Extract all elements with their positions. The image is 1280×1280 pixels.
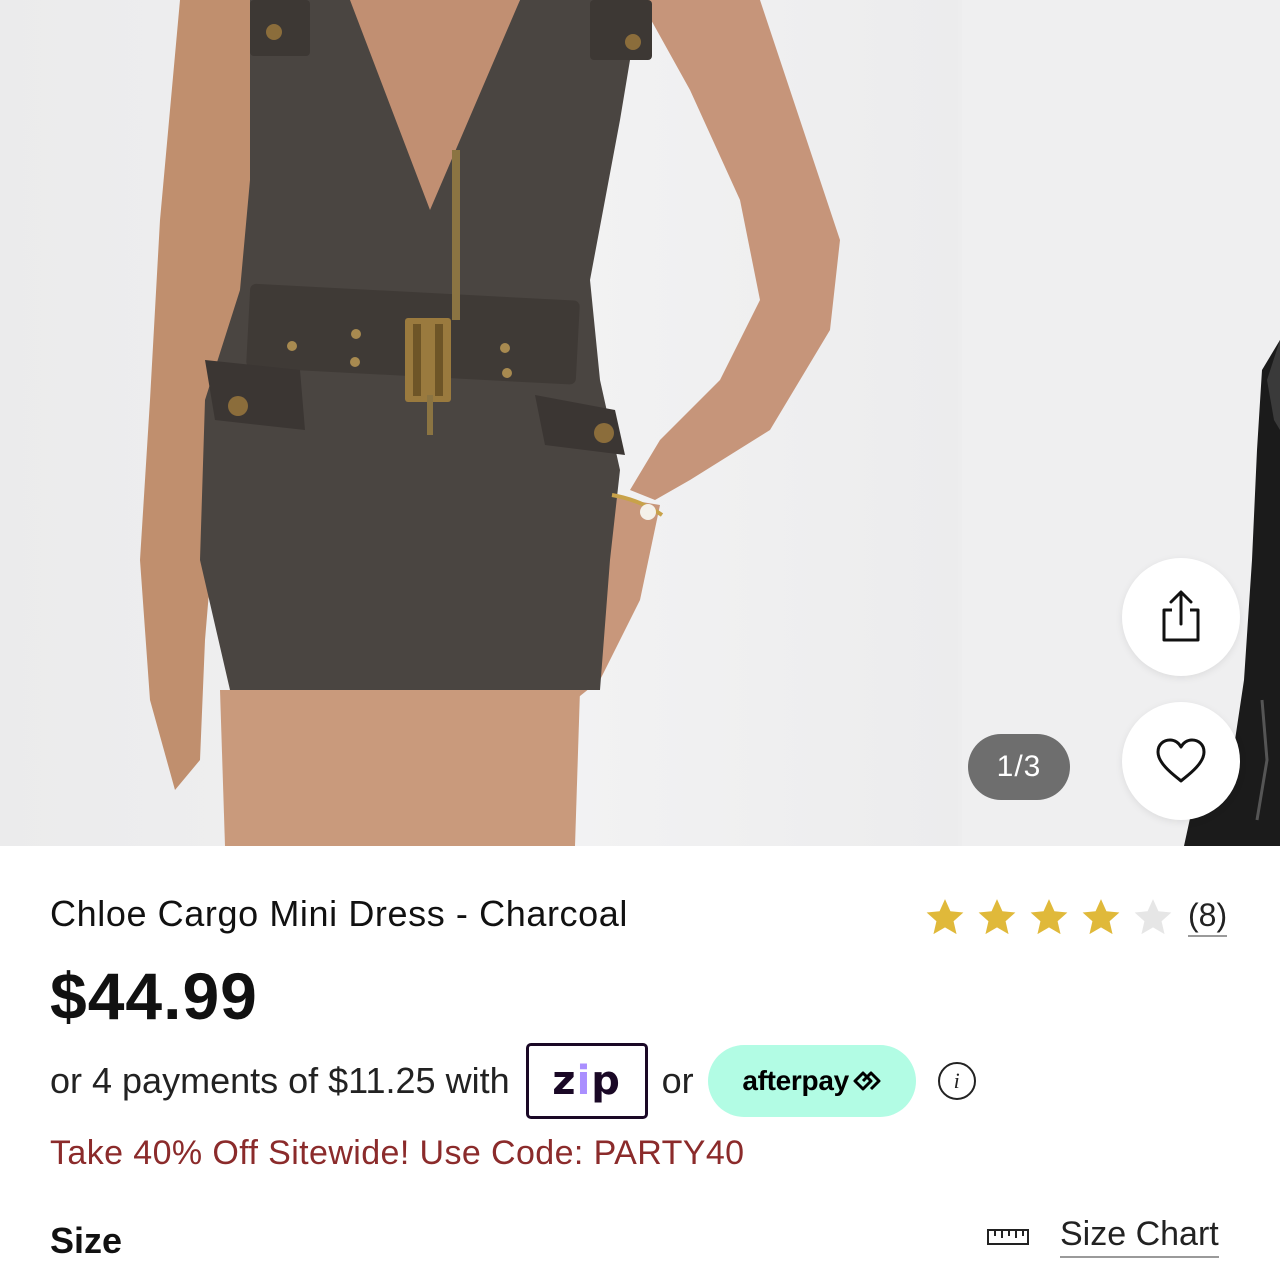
review-count-link[interactable]: (8) (1188, 898, 1228, 937)
afterpay-logo-text: afterpay (742, 1065, 849, 1096)
heart-icon (1156, 738, 1206, 783)
star-icon-filled (1030, 899, 1068, 935)
zip-logo-button[interactable]: zip (525, 1043, 648, 1119)
afterpay-logo-button[interactable]: afterpay (707, 1045, 916, 1117)
size-chart-label[interactable]: Size Chart (1060, 1216, 1219, 1258)
installment-payments: or 4 payments of $11.25 with zip or afte… (50, 1043, 976, 1119)
size-chart-link[interactable]: Size Chart (986, 1216, 1219, 1258)
boots-image (1184, 340, 1280, 846)
zip-logo-i: i (576, 1058, 592, 1104)
star-icon-filled (978, 899, 1016, 935)
product-price: $44.99 (50, 959, 258, 1033)
size-section-label: Size (50, 1220, 123, 1261)
favorite-button[interactable] (1122, 702, 1240, 820)
zip-logo-p: p (591, 1058, 621, 1104)
product-rating[interactable]: (8) (924, 896, 1228, 938)
zip-logo: zip (552, 1058, 621, 1104)
installment-text: or 4 payments of $11.25 with (50, 1060, 510, 1101)
or-text: or (661, 1060, 694, 1101)
image-counter: 1/3 (968, 734, 1070, 800)
product-image-gallery[interactable]: 1/3 (0, 0, 1280, 846)
ruler-icon (987, 1229, 1029, 1245)
star-icon-filled (1082, 899, 1120, 935)
star-icon-filled (926, 899, 964, 935)
zip-logo-z: z (552, 1058, 577, 1104)
promo-banner: Take 40% Off Sitewide! Use Code: PARTY40 (50, 1134, 745, 1172)
model-in-dress-image (140, 0, 840, 846)
star-icon-empty (1134, 899, 1172, 935)
share-icon (1162, 590, 1200, 642)
info-icon[interactable]: i (937, 1062, 976, 1100)
product-title: Chloe Cargo Mini Dress - Charcoal (50, 893, 628, 934)
product-photo-main[interactable] (0, 0, 958, 846)
share-button[interactable] (1122, 558, 1240, 676)
product-photo-next[interactable] (962, 0, 1280, 846)
afterpay-arrows-icon (853, 1071, 881, 1091)
